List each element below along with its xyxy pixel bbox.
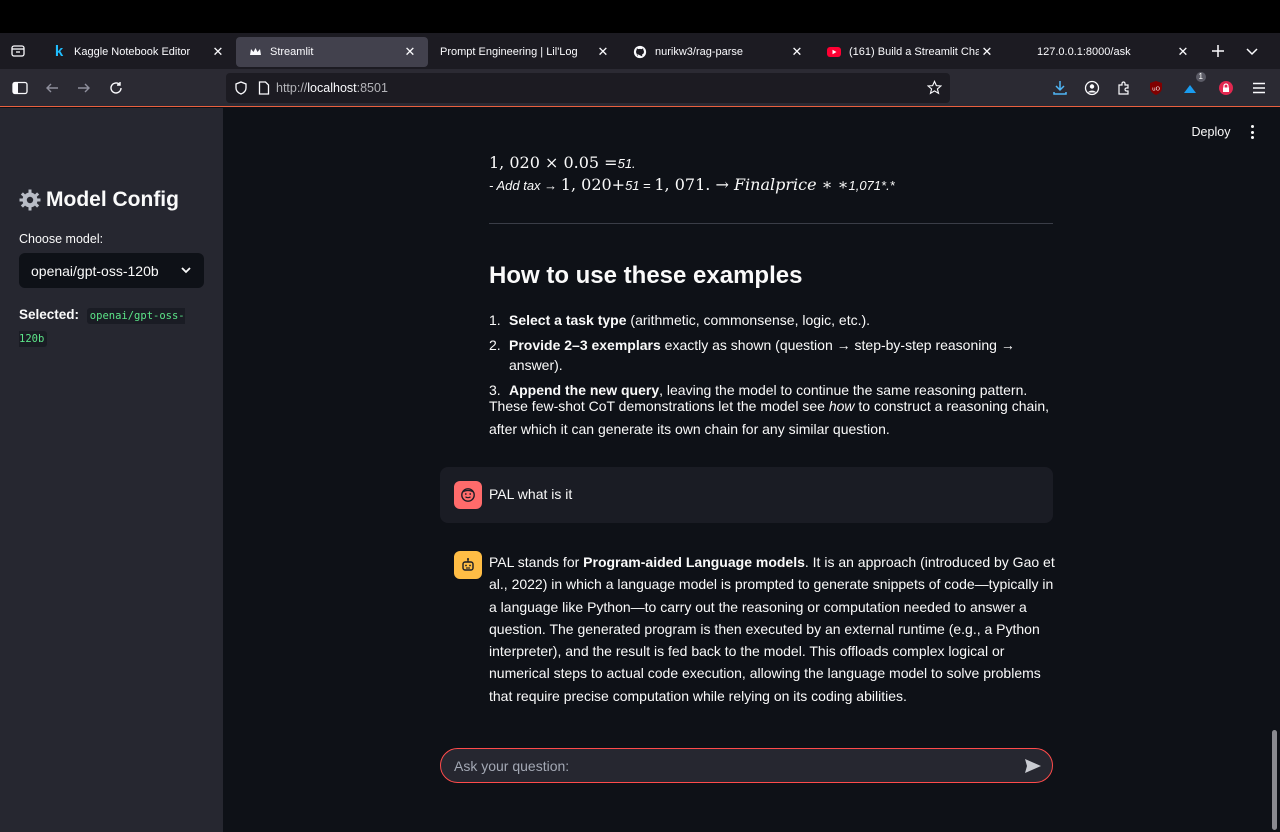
user-message-text: PAL what is it [489,486,573,502]
tab-label: Prompt Engineering | Lil'Log [440,45,578,58]
download-icon[interactable] [1044,72,1076,104]
gear-icon [19,189,41,211]
assistant-text: PAL stands for [489,554,584,570]
close-icon[interactable]: ✕ [1175,44,1191,60]
new-tab-icon[interactable] [1201,33,1235,69]
forward-icon[interactable] [68,72,100,104]
tab-kaggle[interactable]: k Kaggle Notebook Editor ✕ [40,37,236,67]
shield-icon[interactable] [234,81,248,95]
tab-youtube[interactable]: (161) Build a Streamlit Chatbot ✕ [815,37,1005,67]
bookmark-star-icon[interactable] [927,80,942,95]
close-icon[interactable]: ✕ [789,44,805,60]
model-select[interactable]: openai/gpt-oss-120b [19,253,204,288]
user-message: PAL what is it [440,467,1053,523]
back-icon[interactable] [36,72,68,104]
sidebar-title-text: Model Config [46,188,179,211]
list-bold: Select a task type [509,312,627,328]
close-icon[interactable]: ✕ [210,44,226,60]
math-expression: 1, 020 × 0.05 = [489,153,618,172]
list-number: 2. [489,337,501,353]
extensions-icon[interactable] [1108,72,1140,104]
sidebar-title: Model Config [19,188,179,212]
tab-streamlit[interactable]: Streamlit ✕ [236,36,428,67]
url-bar[interactable]: http://localhost:8501 [226,73,950,103]
close-icon[interactable]: ✕ [595,44,611,60]
lock-extension-icon[interactable] [1210,72,1242,104]
chevron-down-icon [180,263,192,279]
tab-localhost-ask[interactable]: 127.0.0.1:8000/ask ✕ [1005,37,1201,67]
scrollbar[interactable] [1272,730,1277,830]
badge-count: 1 [1195,72,1206,82]
menu-icon[interactable] [1243,72,1275,104]
reload-icon[interactable] [100,72,132,104]
assistant-avatar-icon [454,551,482,579]
tab-label: Kaggle Notebook Editor [74,45,191,58]
selected-label: Selected: [19,307,80,322]
page-icon[interactable] [258,81,270,95]
selected-model-line: Selected: openai/gpt-oss-120b [19,304,209,350]
math-term: 51 [625,178,640,193]
send-icon[interactable] [1022,756,1044,776]
youtube-icon [827,45,841,59]
assistant-message-text: PAL stands for Program-aided Language mo… [489,551,1055,707]
list-text: (arithmetic, commonsense, logic, etc.). [626,312,871,328]
user-avatar-icon [454,481,482,509]
extension-badge-icon[interactable]: 1 [1174,72,1206,104]
ublock-icon[interactable]: uO [1140,72,1172,104]
tab-label: 127.0.0.1:8000/ask [1037,45,1131,58]
list-number: 1. [489,312,501,328]
sidebar-toggle-icon[interactable] [4,72,36,104]
model-select-value: openai/gpt-oss-120b [31,262,159,279]
list-bold: Provide 2–3 exemplars [509,337,661,353]
math-line-2: - Add tax → 1, 020+51 = 1, 071. → Finalp… [489,175,895,194]
close-icon[interactable]: ✕ [402,44,418,60]
browser-tab-strip: k Kaggle Notebook Editor ✕ Streamlit ✕ P… [0,33,1280,69]
tab-github[interactable]: nurikw3/rag-parse ✕ [621,37,815,67]
chevron-down-icon[interactable] [1235,33,1269,69]
tab-label: Streamlit [270,45,314,58]
url-text[interactable]: http://localhost:8501 [276,81,388,95]
url-port: :8501 [356,81,388,95]
more-options-icon[interactable] [1244,122,1260,142]
kaggle-icon: k [54,43,64,60]
chat-input[interactable] [454,756,1004,776]
choose-model-label: Choose model: [19,232,104,246]
url-host: localhost [307,81,357,95]
list-item: 1. Select a task type (arithmetic, common… [489,310,1069,330]
tab-label: (161) Build a Streamlit Chatbot [849,45,979,58]
tab-label: nurikw3/rag-parse [655,45,744,58]
paragraph: These few-shot CoT demonstrations let th… [489,395,1055,440]
assistant-text: . It is an approach (introduced by Gao e… [489,554,1055,704]
account-icon[interactable] [1076,72,1108,104]
sidebar: Model Config Choose model: openai/gpt-os… [0,108,223,832]
divider [489,223,1053,224]
paragraph-text: These few-shot CoT demonstrations let th… [489,398,829,414]
close-icon[interactable]: ✕ [979,44,995,60]
assistant-bold: Program-aided Language models [583,554,805,570]
math-term: Finalprice ∗ ∗ [733,175,849,194]
math-line-1: 1, 020 × 0.05 =51. [489,153,636,173]
paragraph-emphasis: how [828,398,855,414]
os-top-bar [0,0,1280,33]
streamlit-crown-icon [248,45,262,59]
list-item: 2. Provide 2–3 exemplars exactly as shown… [489,335,1069,375]
math-prefix: - Add tax → [489,178,561,193]
chat-input-box[interactable] [440,748,1053,783]
github-icon [633,45,647,59]
svg-text:uO: uO [1152,87,1160,93]
math-term: 1,071*.* [848,178,895,193]
math-term: 1, 020+ [560,175,626,194]
math-term: 1, 071. → [654,175,734,194]
steps-list: 1. Select a task type (arithmetic, common… [489,310,1069,405]
browser-nav-bar: http://localhost:8501 uO 1 [0,69,1280,107]
tab-prompt-engineering[interactable]: Prompt Engineering | Lil'Log ✕ [428,37,621,67]
math-result: 51. [617,156,636,171]
section-heading: How to use these examples [489,262,803,289]
tab-list-icon[interactable] [0,33,36,69]
url-scheme: http:// [276,81,308,95]
deploy-button[interactable]: Deploy [1180,118,1242,146]
math-term: = [639,178,655,193]
